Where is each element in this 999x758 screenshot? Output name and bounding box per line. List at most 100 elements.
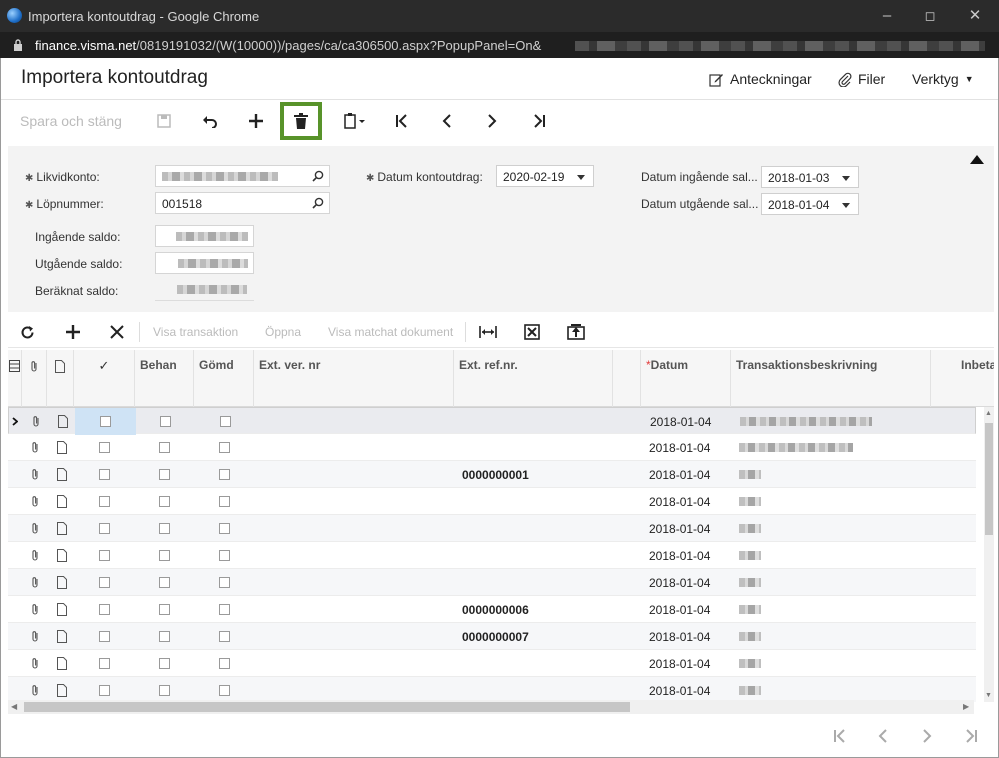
- select-checkbox[interactable]: [99, 631, 110, 642]
- behan-checkbox[interactable]: [159, 604, 170, 615]
- behan-checkbox-cell[interactable]: [135, 596, 194, 623]
- attachment-icon[interactable]: [30, 650, 40, 677]
- scroll-up-icon[interactable]: ▲: [985, 410, 992, 417]
- visa-matchat-button[interactable]: Visa matchat dokument: [328, 316, 453, 348]
- column-ext-ref-nr[interactable]: Ext. ref.nr.: [454, 350, 613, 407]
- gomd-checkbox[interactable]: [218, 469, 230, 480]
- table-row[interactable]: 2018-01-04: [8, 650, 976, 677]
- datum-cell[interactable]: 2018-01-04: [649, 542, 710, 569]
- note-icon[interactable]: [57, 623, 67, 650]
- pager-prev-button[interactable]: [873, 724, 893, 748]
- refresh-button[interactable]: [20, 316, 35, 348]
- select-checkbox[interactable]: [99, 577, 110, 588]
- vertical-scrollbar[interactable]: ▲ ▼: [984, 407, 994, 702]
- column-ext-ver-nr[interactable]: Ext. ver. nr: [254, 350, 454, 407]
- select-checkbox[interactable]: [99, 496, 110, 507]
- behan-checkbox[interactable]: [160, 416, 171, 427]
- search-icon[interactable]: [312, 197, 324, 209]
- table-row[interactable]: 0000000006 2018-01-04: [8, 596, 976, 623]
- description-cell[interactable]: [739, 569, 929, 596]
- gomd-checkbox[interactable]: [218, 577, 230, 588]
- collapse-icon[interactable]: [970, 155, 984, 164]
- fit-columns-button[interactable]: [479, 316, 497, 348]
- note-icon[interactable]: [57, 515, 67, 542]
- gomd-checkbox-cell[interactable]: [194, 461, 254, 488]
- lopnummer-field[interactable]: 001518: [155, 192, 330, 214]
- attachment-icon[interactable]: [30, 434, 40, 461]
- select-checkbox[interactable]: [99, 442, 110, 453]
- pager-first-button[interactable]: [830, 724, 850, 748]
- table-row[interactable]: 2018-01-04: [8, 569, 976, 596]
- select-checkbox-cell[interactable]: [74, 650, 135, 677]
- table-row[interactable]: 2018-01-04: [8, 515, 976, 542]
- export-excel-button[interactable]: [524, 316, 540, 348]
- behan-checkbox[interactable]: [159, 523, 170, 534]
- visa-transaktion-button[interactable]: Visa transaktion: [153, 316, 238, 348]
- horizontal-scrollbar[interactable]: ◀ ▶: [8, 700, 974, 714]
- select-checkbox[interactable]: [99, 658, 110, 669]
- tools-menu[interactable]: Verktyg ▼: [912, 71, 974, 87]
- attachment-icon[interactable]: [30, 596, 40, 623]
- close-icon[interactable]: ✕: [965, 6, 985, 26]
- save-close-button[interactable]: Spara och stäng: [20, 100, 122, 142]
- scroll-thumb[interactable]: [24, 702, 630, 712]
- pager-last-button[interactable]: [961, 724, 981, 748]
- gomd-checkbox-cell[interactable]: [195, 408, 255, 435]
- note-icon[interactable]: [57, 461, 67, 488]
- notes-button[interactable]: Anteckningar: [709, 71, 812, 87]
- behan-checkbox[interactable]: [159, 658, 170, 669]
- gomd-checkbox[interactable]: [218, 604, 230, 615]
- select-checkbox[interactable]: [99, 685, 110, 696]
- scroll-down-icon[interactable]: ▼: [985, 692, 992, 699]
- behan-checkbox-cell[interactable]: [135, 515, 194, 542]
- previous-record-button[interactable]: [435, 100, 459, 142]
- select-checkbox[interactable]: [100, 416, 111, 427]
- behan-checkbox[interactable]: [159, 685, 170, 696]
- gomd-checkbox-cell[interactable]: [194, 596, 254, 623]
- note-icon[interactable]: [57, 569, 67, 596]
- gomd-checkbox-cell[interactable]: [194, 488, 254, 515]
- delete-row-button[interactable]: [110, 316, 124, 348]
- behan-checkbox-cell[interactable]: [136, 408, 195, 435]
- note-icon[interactable]: [57, 650, 67, 677]
- table-row[interactable]: 0000000007 2018-01-04: [8, 623, 976, 650]
- scroll-right-icon[interactable]: ▶: [963, 702, 969, 711]
- datum-cell[interactable]: 2018-01-04: [649, 488, 710, 515]
- select-checkbox-cell[interactable]: [74, 569, 135, 596]
- datum-ingaende-field[interactable]: 2018-01-03: [761, 166, 859, 188]
- column-selected[interactable]: ✓: [74, 350, 135, 407]
- attachment-icon[interactable]: [31, 408, 41, 435]
- select-checkbox-cell[interactable]: [74, 488, 135, 515]
- add-button[interactable]: [244, 100, 268, 142]
- description-cell[interactable]: [740, 408, 930, 435]
- column-gomd[interactable]: Gömd: [194, 350, 254, 407]
- gomd-checkbox-cell[interactable]: [194, 542, 254, 569]
- description-cell[interactable]: [739, 623, 929, 650]
- behan-checkbox[interactable]: [159, 631, 170, 642]
- maximize-icon[interactable]: ◻: [920, 6, 940, 26]
- table-row[interactable]: 2018-01-04: [8, 434, 976, 461]
- next-record-button[interactable]: [480, 100, 504, 142]
- delete-button[interactable]: [280, 102, 322, 140]
- column-behan[interactable]: Behan: [135, 350, 194, 407]
- note-icon[interactable]: [57, 488, 67, 515]
- datum-utgaende-field[interactable]: 2018-01-04: [761, 193, 859, 215]
- gomd-checkbox-cell[interactable]: [194, 434, 254, 461]
- datum-cell[interactable]: 2018-01-04: [649, 677, 710, 702]
- column-inbetalning[interactable]: Inbeta: [931, 350, 994, 407]
- address-bar[interactable]: finance.visma.net/0819191032/(W(10000))/…: [0, 32, 999, 58]
- attachment-icon[interactable]: [30, 677, 40, 702]
- description-cell[interactable]: [739, 434, 929, 461]
- note-icon[interactable]: [57, 542, 67, 569]
- select-checkbox-cell[interactable]: [75, 408, 136, 435]
- gomd-checkbox[interactable]: [218, 496, 230, 507]
- gomd-checkbox[interactable]: [218, 442, 230, 453]
- select-checkbox[interactable]: [99, 604, 110, 615]
- note-icon[interactable]: [57, 596, 67, 623]
- table-row[interactable]: 2018-01-04: [8, 407, 976, 435]
- table-row[interactable]: 2018-01-04: [8, 542, 976, 569]
- gomd-checkbox[interactable]: [218, 631, 230, 642]
- behan-checkbox-cell[interactable]: [135, 569, 194, 596]
- search-icon[interactable]: [312, 170, 324, 182]
- ingaende-saldo-field[interactable]: [155, 225, 254, 247]
